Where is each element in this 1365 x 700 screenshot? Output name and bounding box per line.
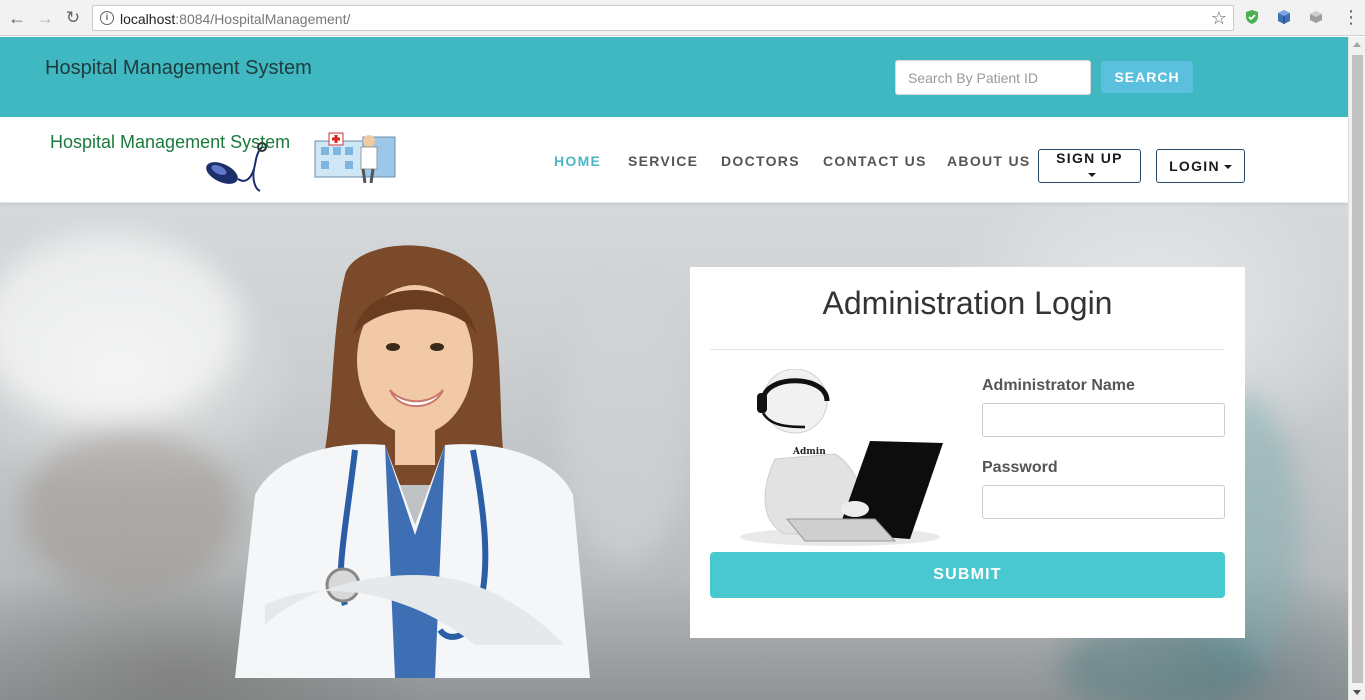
blur-highlight [0, 233, 240, 423]
top-header: Hospital Management System SEARCH [0, 37, 1348, 117]
nav-about-us[interactable]: ABOUT US [947, 153, 1031, 169]
nav-home[interactable]: HOME [554, 153, 601, 169]
main-navbar: Hospital Management System HOME SERVICE … [0, 117, 1348, 203]
cube-extension-icon[interactable] [1276, 9, 1292, 25]
signup-label: SIGN UP [1056, 150, 1123, 166]
admin-name-input[interactable] [982, 403, 1225, 437]
nav-service[interactable]: SERVICE [628, 153, 698, 169]
login-title: Administration Login [822, 285, 1113, 321]
bookmark-star-icon[interactable]: ☆ [1211, 8, 1227, 29]
url-path: :8084/HospitalManagement/ [175, 11, 351, 27]
info-icon[interactable]: i [100, 11, 114, 25]
caret-down-icon [1223, 165, 1232, 170]
reload-icon[interactable]: ↻ [62, 7, 84, 29]
page-scrollbar[interactable] [1348, 37, 1365, 700]
admin-support-illustration: Admin [740, 369, 943, 546]
admin-login-card: Administration Login Admin Administrator… [690, 267, 1245, 638]
hospital-doctor-icon [314, 132, 396, 184]
shield-extension-icon[interactable] [1244, 9, 1260, 25]
submit-button[interactable]: SUBMIT [710, 552, 1225, 598]
scrollbar-thumb[interactable] [1352, 55, 1363, 683]
gray-cube-extension-icon[interactable] [1308, 9, 1324, 25]
browser-toolbar: ← → ↻ i localhost:8084/HospitalManagemen… [0, 0, 1365, 36]
site-logo[interactable]: Hospital Management System [50, 127, 400, 195]
divider [710, 349, 1225, 350]
patient-search-input[interactable] [895, 60, 1091, 95]
search-button[interactable]: SEARCH [1101, 61, 1193, 93]
doctor-image [235, 245, 590, 678]
login-label: LOGIN [1169, 158, 1220, 174]
scroll-down-arrow-icon[interactable] [1353, 690, 1361, 695]
address-bar[interactable]: i localhost:8084/HospitalManagement/ ☆ [92, 5, 1234, 31]
blur-bed [20, 433, 240, 593]
url-host: localhost [120, 11, 176, 27]
nav-contact-us[interactable]: CONTACT US [823, 153, 927, 169]
caret-down-icon [1087, 173, 1096, 178]
password-label: Password [982, 459, 1058, 476]
url-text: localhost:8084/HospitalManagement/ [120, 11, 350, 27]
admin-illustration-label: Admin [792, 447, 826, 457]
login-dropdown-button[interactable]: LOGIN [1156, 149, 1245, 183]
admin-name-label: Administrator Name [982, 377, 1135, 394]
password-input[interactable] [982, 485, 1225, 519]
site-title: Hospital Management System [45, 57, 312, 79]
browser-menu-icon[interactable]: ⋮ [1342, 6, 1360, 28]
blood-pressure-cuff-icon [206, 142, 267, 192]
scroll-up-arrow-icon[interactable] [1353, 42, 1361, 47]
forward-arrow-icon[interactable]: → [34, 7, 56, 29]
back-arrow-icon[interactable]: ← [6, 7, 28, 29]
signup-dropdown-button[interactable]: SIGN UP [1038, 149, 1141, 183]
nav-doctors[interactable]: DOCTORS [721, 153, 800, 169]
